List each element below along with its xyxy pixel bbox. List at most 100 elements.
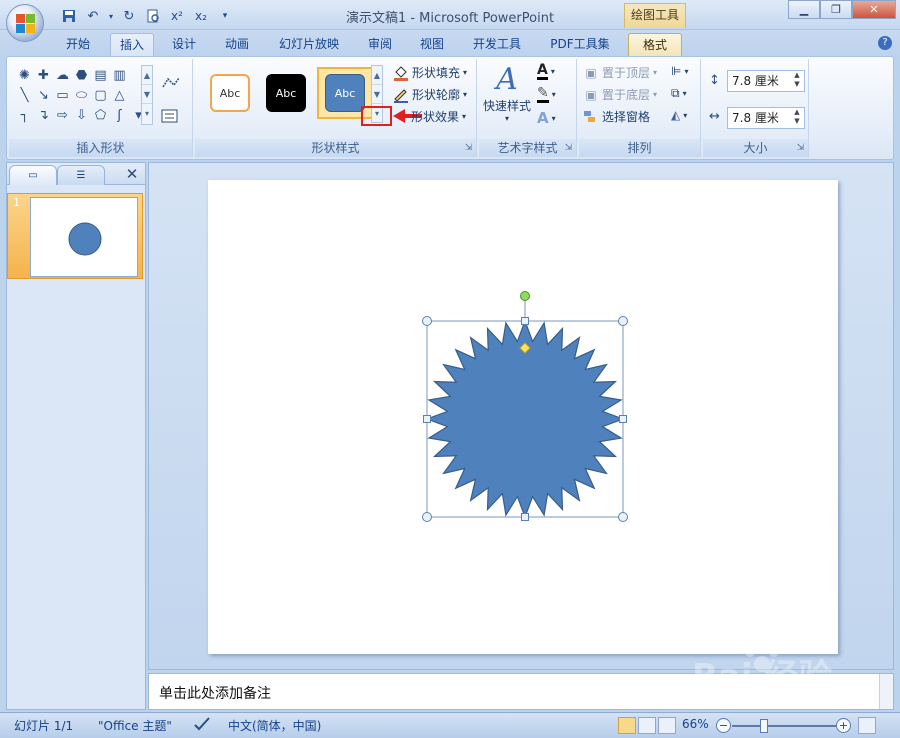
tab-review[interactable]: 审阅 xyxy=(360,33,400,56)
rotate-button[interactable]: ◭ ▾ xyxy=(671,108,687,122)
slideshow-view-icon[interactable] xyxy=(658,717,676,734)
shape-effects-button[interactable]: 形状效果 ▾ xyxy=(411,108,466,125)
style-swatch-orange-outline[interactable]: Abc xyxy=(205,67,255,119)
corner-resize-handle[interactable] xyxy=(618,316,628,326)
tab-view[interactable]: 视图 xyxy=(412,33,452,56)
restore-icon[interactable]: ❐ xyxy=(820,0,852,19)
tab-pdf-tools[interactable]: PDF工具集 xyxy=(543,33,617,56)
arrow-line-shape-icon[interactable]: ↘ xyxy=(34,85,53,105)
quick-styles-button[interactable]: A 快速样式 ▾ xyxy=(483,63,531,124)
right-arrow-shape-icon[interactable]: ⇨ xyxy=(53,105,72,125)
shape-height-input[interactable]: 7.8 厘米 ▲ ▼ xyxy=(727,70,805,92)
elbow-connector-shape-icon[interactable]: ┐ xyxy=(15,105,34,125)
freeform-shape-icon[interactable]: ʃ xyxy=(110,105,129,125)
zoom-slider-track[interactable] xyxy=(732,725,836,727)
textbox-shape-icon[interactable]: ▤ xyxy=(91,65,110,85)
shape-width-input[interactable]: 7.8 厘米 ▲ ▼ xyxy=(727,107,805,129)
down-arrow-shape-icon[interactable]: ⇩ xyxy=(72,105,91,125)
outline-tab[interactable]: ☰ xyxy=(57,165,105,185)
zoom-level[interactable]: 66% xyxy=(682,717,709,731)
bring-to-front-button[interactable]: ▣ 置于顶层 ▾ xyxy=(583,64,657,81)
tab-animation[interactable]: 动画 xyxy=(217,33,257,56)
slide-thumbnail-item[interactable]: 1 xyxy=(7,193,143,279)
oval-shape-icon[interactable]: ⬭ xyxy=(72,85,91,105)
side-resize-handle[interactable] xyxy=(521,317,529,325)
textbox-insert-icon[interactable] xyxy=(161,109,183,123)
side-resize-handle[interactable] xyxy=(619,415,627,423)
slides-tab[interactable]: ▭ xyxy=(9,165,57,185)
group-arrange: ▣ 置于顶层 ▾ ▣ 置于底层 ▾ 选择窗格 ⊫ ▾ ⧉ ▾ ◭ ▾ 排列 xyxy=(579,59,701,157)
tab-format[interactable]: 格式 xyxy=(628,33,682,56)
triangle-shape-icon[interactable]: △ xyxy=(110,85,129,105)
group-objects-button[interactable]: ⧉ ▾ xyxy=(671,86,687,101)
rectangle-shape-icon[interactable]: ▭ xyxy=(53,85,72,105)
status-theme: "Office 主题" xyxy=(98,719,172,733)
slides-view-icon: ▭ xyxy=(28,170,38,181)
tab-home[interactable]: 开始 xyxy=(58,33,98,56)
minimize-icon[interactable]: ▁ xyxy=(788,0,820,19)
zoom-slider-thumb[interactable] xyxy=(760,719,768,733)
line-shape-icon[interactable]: ╲ xyxy=(15,85,34,105)
style-swatch-black-fill[interactable]: Abc xyxy=(261,67,311,119)
group-label-wordart: 艺术字样式 xyxy=(479,139,576,157)
tab-slideshow[interactable]: 幻灯片放映 xyxy=(273,33,345,56)
text-effects-icon: A xyxy=(537,109,549,127)
tab-design[interactable]: 设计 xyxy=(164,33,204,56)
shapes-gallery-scrollbar[interactable]: ▲ ▼ ▾ xyxy=(141,65,153,125)
tab-developer[interactable]: 开发工具 xyxy=(466,33,528,56)
wordart-launcher-icon[interactable]: ⇲ xyxy=(563,143,574,154)
zoom-in-icon[interactable]: + xyxy=(836,718,851,733)
height-icon: ↕ xyxy=(709,73,720,88)
group-label-arrange: 排列 xyxy=(579,139,700,157)
office-logo-icon xyxy=(16,14,36,34)
corner-resize-handle[interactable] xyxy=(422,512,432,522)
text-outline-button[interactable]: ✎ ▾ xyxy=(537,86,556,103)
spellcheck-icon[interactable] xyxy=(194,717,210,734)
cloud-shape-icon[interactable]: ☁ xyxy=(53,65,72,85)
text-effects-button[interactable]: A ▾ xyxy=(537,109,556,127)
window-title: 演示文稿1 - Microsoft PowerPoint xyxy=(345,11,555,26)
size-launcher-icon[interactable]: ⇲ xyxy=(795,143,806,154)
slide-canvas[interactable] xyxy=(208,180,838,654)
align-button[interactable]: ⊫ ▾ xyxy=(671,64,688,78)
shape-fill-button[interactable]: 形状填充 ▾ xyxy=(393,64,467,81)
fit-to-window-icon[interactable] xyxy=(858,717,876,734)
zoom-out-icon[interactable]: − xyxy=(716,718,731,733)
normal-view-icon[interactable] xyxy=(618,717,636,734)
side-resize-handle[interactable] xyxy=(521,513,529,521)
corner-resize-handle[interactable] xyxy=(618,512,628,522)
office-button[interactable] xyxy=(6,4,44,42)
explosion-shape-icon[interactable]: ✺ xyxy=(15,65,34,85)
octagon-shape-icon[interactable]: ⬣ xyxy=(72,65,91,85)
drawing-tools-context-tab: 绘图工具 xyxy=(624,3,686,28)
corner-resize-handle[interactable] xyxy=(422,316,432,326)
star-shape[interactable] xyxy=(208,180,838,654)
help-icon[interactable]: ? xyxy=(878,36,892,50)
rounded-rectangle-shape-icon[interactable]: ▢ xyxy=(91,85,110,105)
width-spinner[interactable]: ▲ ▼ xyxy=(790,108,804,128)
close-window-icon[interactable]: ✕ xyxy=(852,0,896,19)
text-fill-button[interactable]: A ▾ xyxy=(537,63,555,80)
flowchart-shape-icon[interactable]: ⬠ xyxy=(91,105,110,125)
edit-shape-icon[interactable] xyxy=(161,75,183,91)
slide-thumbnail[interactable] xyxy=(30,197,138,277)
height-spinner[interactable]: ▲ ▼ xyxy=(790,71,804,91)
group-label-shape-styles: 形状样式 xyxy=(195,139,476,157)
rotation-handle[interactable] xyxy=(520,291,530,301)
elbow-arrow-connector-shape-icon[interactable]: ↴ xyxy=(34,105,53,125)
cross-shape-icon[interactable]: ✚ xyxy=(34,65,53,85)
selection-pane-button[interactable]: 选择窗格 xyxy=(583,108,650,125)
slide-sorter-view-icon[interactable] xyxy=(638,717,656,734)
close-pane-icon[interactable]: ✕ xyxy=(123,165,141,183)
send-back-icon: ▣ xyxy=(585,87,597,102)
shapes-gallery: ✺ ✚ ☁ ⬣ ▤ ▥ ╲ ↘ ▭ ⬭ ▢ △ ┐ ↴ ⇨ ⇩ ⬠ ʃ ▾ xyxy=(15,65,151,127)
notes-pane[interactable]: 单击此处添加备注 xyxy=(148,673,894,710)
shape-outline-button[interactable]: 形状轮廓 ▾ xyxy=(393,86,467,103)
notes-scrollbar[interactable] xyxy=(879,674,893,709)
vertical-textbox-shape-icon[interactable]: ▥ xyxy=(110,65,129,85)
send-to-back-button[interactable]: ▣ 置于底层 ▾ xyxy=(583,86,657,103)
tab-insert[interactable]: 插入 xyxy=(110,33,154,56)
shape-styles-launcher-icon[interactable]: ⇲ xyxy=(463,143,474,154)
group-wordart-styles: A 快速样式 ▾ A ▾ ✎ ▾ A ▾ 艺术字样式 ⇲ xyxy=(479,59,577,157)
side-resize-handle[interactable] xyxy=(423,415,431,423)
